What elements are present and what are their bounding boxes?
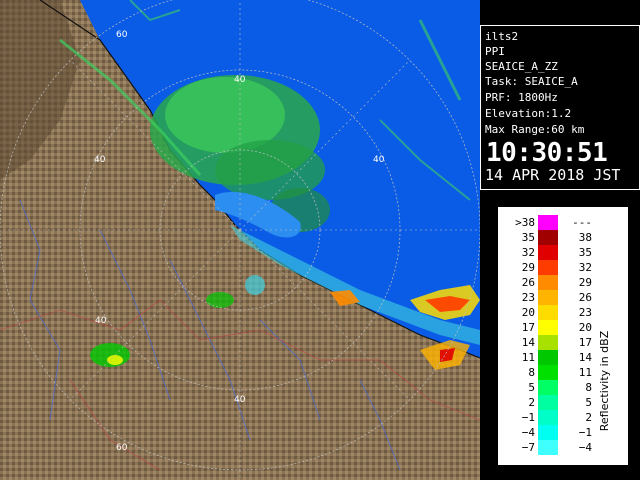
legend-swatch	[538, 425, 558, 440]
task-name: Task: SEAICE_A	[485, 75, 578, 88]
legend-upper-bound: ---	[572, 216, 592, 229]
legend-lower-bound: −1	[521, 411, 535, 424]
legend-upper-bound: 20	[578, 321, 592, 334]
legend-lower-bound: 26	[521, 276, 535, 289]
ring-label: 40	[234, 75, 246, 85]
legend-swatch	[538, 395, 558, 410]
legend-lower-bound: >38	[515, 216, 535, 229]
legend-upper-bound: 26	[578, 291, 592, 304]
legend-upper-bound: 38	[578, 231, 592, 244]
ring-label: 40	[95, 316, 107, 326]
legend-swatch	[538, 245, 558, 260]
legend-upper-bound: 32	[578, 261, 592, 274]
legend-upper-bound: 11	[578, 366, 592, 379]
legend-swatch	[538, 350, 558, 365]
legend-swatch	[538, 290, 558, 305]
legend-lower-bound: −7	[521, 441, 535, 454]
legend-lower-bound: 14	[521, 336, 535, 349]
legend-lower-bound: 11	[521, 351, 535, 364]
ring-label: 60	[116, 30, 128, 40]
legend-upper-bound: 17	[578, 336, 592, 349]
legend-swatch	[538, 260, 558, 275]
legend-swatch	[538, 410, 558, 425]
radar-ppi-map[interactable]: 60 40 40 40 40 60 40	[0, 0, 480, 480]
ring-label: 40	[373, 155, 385, 165]
field-name: SEAICE_A_ZZ	[485, 60, 558, 73]
legend-upper-bound: −1	[578, 426, 592, 439]
legend-swatch	[538, 230, 558, 245]
legend-upper-bound: 14	[578, 351, 592, 364]
ring-label: 40	[234, 395, 246, 405]
legend-color-bar	[538, 215, 558, 455]
max-range-value: Max Range:60 km	[485, 123, 585, 136]
legend-swatch	[538, 215, 558, 230]
legend-upper-bound: 5	[585, 396, 592, 409]
legend-upper-bound: 8	[585, 381, 592, 394]
legend-swatch	[538, 380, 558, 395]
legend-title: Reflectivity in dBZ	[598, 330, 611, 432]
legend-lower-bound: 32	[521, 246, 535, 259]
legend-lower-bound: 5	[528, 381, 535, 394]
radar-info-panel: ilts2 PPI SEAICE_A_ZZ Task: SEAICE_A PRF…	[480, 25, 640, 190]
product-type: PPI	[485, 45, 505, 58]
elevation-value: Elevation:1.2	[485, 107, 572, 120]
legend-upper-bound: −4	[578, 441, 592, 454]
legend-lower-bound: 29	[521, 261, 535, 274]
site-name: ilts2	[485, 30, 519, 43]
legend-swatch	[538, 305, 558, 320]
legend-upper-bound: 29	[578, 276, 592, 289]
legend-lower-bound: 17	[521, 321, 535, 334]
legend-swatch	[538, 335, 558, 350]
legend-swatch	[538, 365, 558, 380]
legend-upper-bound: 23	[578, 306, 592, 319]
legend-lower-bound: 8	[528, 366, 535, 379]
legend-lower-bound: 35	[521, 231, 535, 244]
scan-date: 14 APR 2018 JST	[485, 166, 621, 184]
legend-lower-bound: 20	[521, 306, 535, 319]
legend-lower-bound: 23	[521, 291, 535, 304]
legend-lower-bound: −4	[521, 426, 535, 439]
scan-time: 10:30:51	[486, 138, 608, 168]
ring-label: 60	[116, 443, 128, 453]
legend-swatch	[538, 440, 558, 455]
legend-upper-bound: 35	[578, 246, 592, 259]
reflectivity-legend: >38 --- 35 38 32 35 29 32 26 29 23 26 20 23 17 20 14 17 11…	[498, 207, 628, 465]
legend-lower-bound: 2	[528, 396, 535, 409]
legend-upper-bound: 2	[585, 411, 592, 424]
prf-value: PRF: 1800Hz	[485, 91, 558, 104]
legend-swatch	[538, 275, 558, 290]
legend-swatch	[538, 320, 558, 335]
ring-label: 40	[94, 155, 106, 165]
